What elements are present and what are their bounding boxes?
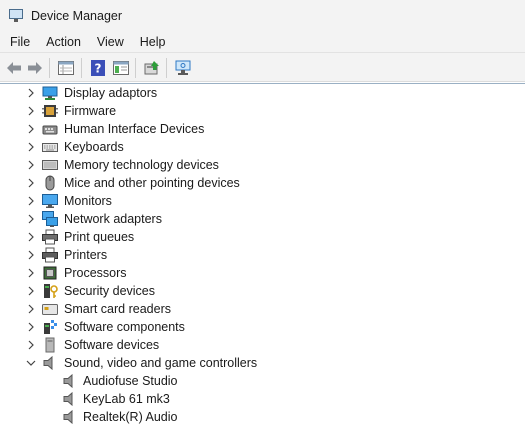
chevron-right-icon[interactable] xyxy=(26,88,36,98)
tree-item-label: Processors xyxy=(64,266,127,280)
tree-item-software-components[interactable]: Software components xyxy=(0,318,525,336)
menu-bar: File Action View Help xyxy=(0,31,525,52)
tree-item-keyboards[interactable]: Keyboards xyxy=(0,138,525,156)
menu-view[interactable]: View xyxy=(88,35,131,49)
processor-icon xyxy=(43,266,57,280)
menu-help[interactable]: Help xyxy=(131,35,173,49)
chevron-right-icon[interactable] xyxy=(26,340,36,350)
svg-text:?: ? xyxy=(95,62,102,76)
tree-item-label: Network adapters xyxy=(64,212,162,226)
speaker-icon xyxy=(63,409,73,425)
tree-item-software-devices[interactable]: Software devices xyxy=(0,336,525,354)
chevron-right-icon[interactable] xyxy=(26,304,36,314)
tree-item-label: Smart card readers xyxy=(64,302,171,316)
tree-item-label: Printers xyxy=(64,248,108,262)
back-icon[interactable] xyxy=(5,59,23,77)
chevron-right-icon[interactable] xyxy=(26,268,36,278)
update-driver-icon[interactable] xyxy=(143,59,161,77)
chevron-right-icon[interactable] xyxy=(26,196,36,206)
chevron-right-icon[interactable] xyxy=(26,178,36,188)
tree-item-label: Sound, video and game controllers xyxy=(64,356,258,370)
smart-card-icon xyxy=(42,304,58,315)
device-manager-icon xyxy=(9,9,23,22)
tree-item-label: Print queues xyxy=(64,230,135,244)
tree-item-realtek-audio[interactable]: Realtek(R) Audio xyxy=(0,408,525,426)
tree-item-label: Software devices xyxy=(64,338,160,352)
tree-item-firmware[interactable]: Firmware xyxy=(0,102,525,120)
tree-item-label: Software components xyxy=(64,320,185,334)
chevron-right-icon[interactable] xyxy=(26,214,36,224)
tree-item-label: Security devices xyxy=(64,284,156,298)
tree-item-label: Display adaptors xyxy=(64,86,158,100)
tree-item-processors[interactable]: Processors xyxy=(0,264,525,282)
toolbar-separator xyxy=(49,58,50,78)
tree-item-label: Realtek(R) Audio xyxy=(83,410,178,424)
tree-item-human-interface-devices[interactable]: Human Interface Devices xyxy=(0,120,525,138)
properties-grid-icon[interactable] xyxy=(57,59,75,77)
software-component-icon xyxy=(44,320,57,334)
tree-item-label: Monitors xyxy=(64,194,112,208)
toolbar-separator xyxy=(135,58,136,78)
tree-item-audiofuse-studio[interactable]: Audiofuse Studio xyxy=(0,372,525,390)
mouse-icon xyxy=(45,175,55,191)
printer-icon xyxy=(42,247,58,263)
tree-item-label: Memory technology devices xyxy=(64,158,219,172)
display-adapter-icon xyxy=(42,86,58,100)
tree-item-label: Human Interface Devices xyxy=(64,122,205,136)
title-bar: Device Manager xyxy=(0,0,525,31)
tree-item-display-adaptors[interactable]: Display adaptors xyxy=(0,84,525,102)
toolbar-separator xyxy=(81,58,82,78)
tree-item-label: Audiofuse Studio xyxy=(83,374,178,388)
tree-item-label: Firmware xyxy=(64,104,117,118)
speaker-icon xyxy=(43,355,53,371)
scan-hardware-icon[interactable] xyxy=(174,59,192,77)
menu-file[interactable]: File xyxy=(0,35,37,49)
hid-icon xyxy=(42,125,58,135)
chevron-right-icon[interactable] xyxy=(26,142,36,152)
tree-item-keylab-61-mk3[interactable]: KeyLab 61 mk3 xyxy=(0,390,525,408)
menu-action[interactable]: Action xyxy=(37,35,88,49)
device-tree: Display adaptors Firmware Human Interfac… xyxy=(0,83,525,427)
keyboard-icon xyxy=(42,143,58,152)
network-icon xyxy=(42,211,58,227)
security-device-icon xyxy=(44,284,58,298)
tree-item-label: KeyLab 61 mk3 xyxy=(83,392,170,406)
chevron-right-icon[interactable] xyxy=(26,232,36,242)
chevron-right-icon[interactable] xyxy=(26,250,36,260)
tree-item-security-devices[interactable]: Security devices xyxy=(0,282,525,300)
chevron-right-icon[interactable] xyxy=(26,124,36,134)
tree-item-label: Mice and other pointing devices xyxy=(64,176,240,190)
tree-item-monitors[interactable]: Monitors xyxy=(0,192,525,210)
memory-icon xyxy=(42,160,58,170)
tree-item-print-queues[interactable]: Print queues xyxy=(0,228,525,246)
chevron-right-icon[interactable] xyxy=(26,322,36,332)
help-icon[interactable]: ? xyxy=(89,59,107,77)
chevron-right-icon[interactable] xyxy=(26,160,36,170)
monitor-icon xyxy=(42,194,58,208)
tree-item-network-adapters[interactable]: Network adapters xyxy=(0,210,525,228)
toolbar: ? xyxy=(0,52,525,82)
toolbar-separator xyxy=(166,58,167,78)
forward-icon[interactable] xyxy=(26,59,44,77)
tree-item-smart-card-readers[interactable]: Smart card readers xyxy=(0,300,525,318)
tree-item-memory-technology-devices[interactable]: Memory technology devices xyxy=(0,156,525,174)
chevron-right-icon[interactable] xyxy=(26,106,36,116)
tree-item-sound-video-and-game-controllers[interactable]: Sound, video and game controllers xyxy=(0,354,525,372)
chevron-down-icon[interactable] xyxy=(26,358,36,368)
tree-item-mice-and-other-pointing-devices[interactable]: Mice and other pointing devices xyxy=(0,174,525,192)
speaker-icon xyxy=(63,391,73,407)
chevron-right-icon[interactable] xyxy=(26,286,36,296)
tree-item-printers[interactable]: Printers xyxy=(0,246,525,264)
software-device-icon xyxy=(45,337,55,353)
firmware-icon xyxy=(42,105,58,117)
tree-item-label: Keyboards xyxy=(64,140,124,154)
print-queue-icon xyxy=(42,229,58,245)
show-hide-console-tree-icon[interactable] xyxy=(112,59,130,77)
window-title: Device Manager xyxy=(31,8,123,23)
speaker-icon xyxy=(63,373,73,389)
